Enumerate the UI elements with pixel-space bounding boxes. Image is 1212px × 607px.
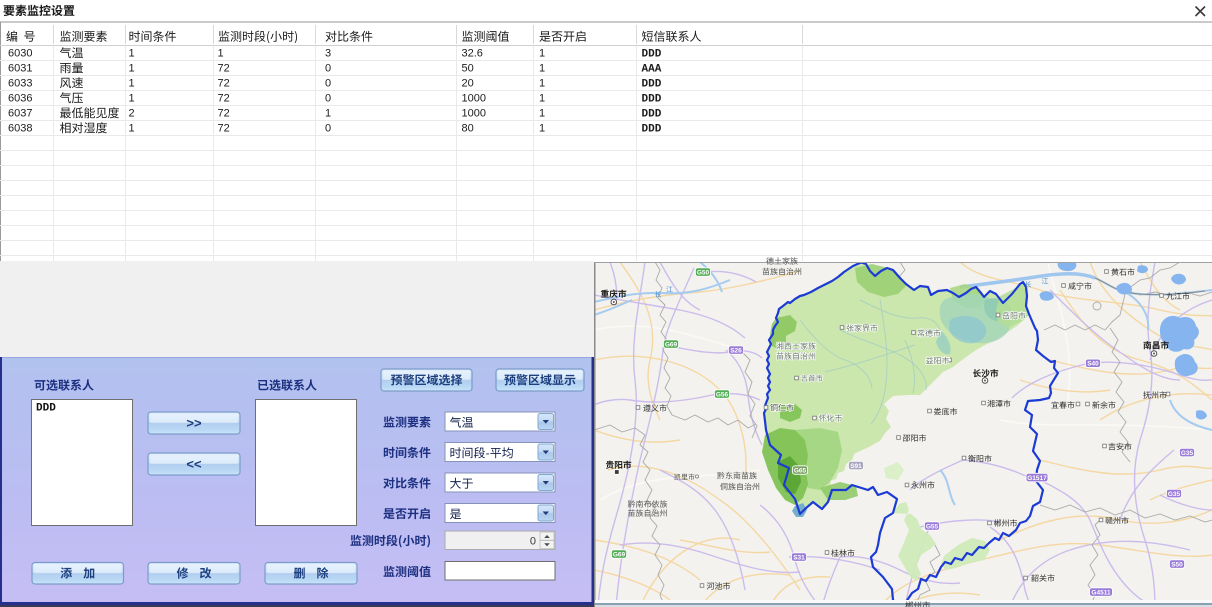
svg-text:DDD: DDD bbox=[642, 109, 662, 121]
svg-text:0: 0 bbox=[325, 123, 331, 135]
svg-text:1: 1 bbox=[539, 48, 545, 60]
svg-text:G35: G35 bbox=[1181, 450, 1194, 457]
svg-text:G65: G65 bbox=[794, 467, 807, 474]
svg-text:DDD: DDD bbox=[642, 124, 662, 136]
svg-text:6033: 6033 bbox=[8, 78, 32, 90]
svg-text:72: 72 bbox=[218, 108, 230, 120]
svg-text:72: 72 bbox=[218, 78, 230, 90]
svg-text:DDD: DDD bbox=[642, 94, 662, 106]
svg-text:DDD: DDD bbox=[642, 49, 662, 61]
svg-text:72: 72 bbox=[218, 93, 230, 105]
svg-text:1: 1 bbox=[129, 48, 135, 60]
svg-text:1: 1 bbox=[218, 48, 224, 60]
svg-text:6031: 6031 bbox=[8, 63, 32, 75]
svg-text:>>: >> bbox=[186, 415, 202, 430]
svg-text:G35: G35 bbox=[1168, 491, 1181, 498]
svg-text:0: 0 bbox=[325, 78, 331, 90]
svg-text:<<: << bbox=[186, 456, 202, 471]
svg-text:0: 0 bbox=[325, 93, 331, 105]
svg-text:DDD: DDD bbox=[642, 79, 662, 91]
svg-text:50: 50 bbox=[462, 63, 474, 75]
svg-text:G69: G69 bbox=[665, 341, 678, 348]
svg-text:1000: 1000 bbox=[462, 108, 486, 120]
svg-text:1: 1 bbox=[129, 93, 135, 105]
svg-text:DDD: DDD bbox=[36, 403, 56, 415]
svg-text:S31: S31 bbox=[793, 554, 805, 561]
svg-text:6038: 6038 bbox=[8, 123, 32, 135]
svg-text:G69: G69 bbox=[613, 551, 626, 558]
svg-text:1: 1 bbox=[129, 123, 135, 135]
svg-text:S26: S26 bbox=[730, 347, 742, 354]
svg-text:0: 0 bbox=[325, 63, 331, 75]
svg-text:80: 80 bbox=[462, 123, 474, 135]
svg-text:1: 1 bbox=[539, 108, 545, 120]
svg-text:G4511: G4511 bbox=[1091, 589, 1111, 596]
svg-text:1: 1 bbox=[539, 78, 545, 90]
svg-text:3: 3 bbox=[325, 48, 331, 60]
svg-text:32.6: 32.6 bbox=[462, 48, 483, 60]
svg-text:1: 1 bbox=[539, 63, 545, 75]
svg-text:1: 1 bbox=[539, 123, 545, 135]
svg-text:G1517: G1517 bbox=[1027, 475, 1047, 482]
svg-text:G50: G50 bbox=[697, 269, 710, 276]
svg-text:1000: 1000 bbox=[462, 93, 486, 105]
svg-text:6030: 6030 bbox=[8, 48, 32, 60]
svg-text:G55: G55 bbox=[926, 523, 939, 530]
svg-text:S50: S50 bbox=[1171, 561, 1183, 568]
svg-text:6037: 6037 bbox=[8, 108, 32, 120]
svg-text:72: 72 bbox=[218, 123, 230, 135]
svg-text:G56: G56 bbox=[716, 391, 729, 398]
svg-text:20: 20 bbox=[462, 78, 474, 90]
svg-text:1: 1 bbox=[539, 93, 545, 105]
svg-text:1: 1 bbox=[325, 108, 331, 120]
svg-text:AAA: AAA bbox=[642, 64, 662, 76]
svg-text:S91: S91 bbox=[850, 463, 862, 470]
svg-text:S40: S40 bbox=[1087, 361, 1099, 368]
svg-text:1: 1 bbox=[129, 63, 135, 75]
svg-text:72: 72 bbox=[218, 63, 230, 75]
svg-text:0: 0 bbox=[530, 536, 536, 548]
svg-text:1: 1 bbox=[129, 78, 135, 90]
svg-text:2: 2 bbox=[129, 108, 135, 120]
svg-text:6036: 6036 bbox=[8, 93, 32, 105]
